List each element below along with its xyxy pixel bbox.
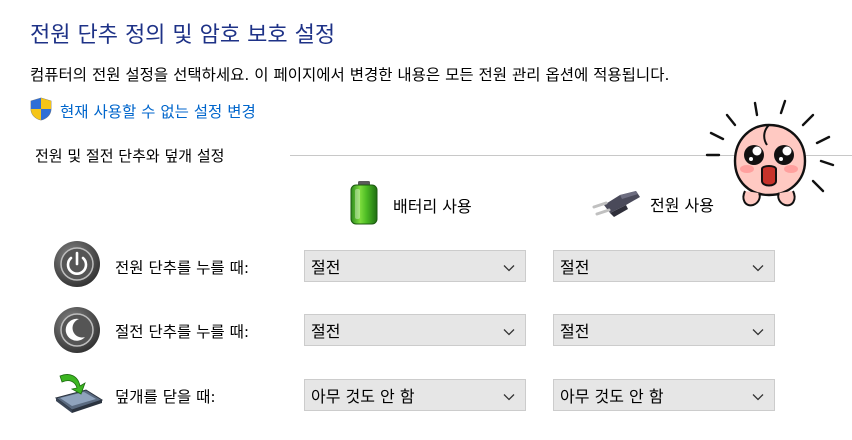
page-title: 전원 단추 정의 및 암호 보호 설정: [30, 23, 336, 48]
change-unavailable-settings-label: 현재 사용할 수 없는 설정 변경: [60, 103, 256, 121]
power-button-icon: [52, 239, 102, 293]
battery-column-label: 배터리 사용: [393, 197, 472, 216]
chevron-down-icon: [752, 257, 764, 276]
power-button-plugged-value: 절전: [560, 258, 590, 277]
plugged-in-column-header: 전원 사용: [590, 183, 714, 225]
sleep-button-battery-select[interactable]: 절전: [304, 314, 526, 346]
battery-icon: [347, 180, 381, 230]
uac-shield-icon: [30, 97, 60, 125]
chevron-down-icon: [503, 321, 515, 340]
section-header: 전원 및 절전 단추와 덮개 설정: [35, 147, 225, 165]
sleep-button-plugged-value: 절전: [560, 322, 590, 341]
lid-close-battery-value: 아무 것도 안 함: [311, 387, 415, 406]
peach-character-sticker: [705, 95, 835, 220]
battery-column-header: 배터리 사용: [347, 180, 472, 230]
laptop-lid-icon: [50, 368, 106, 420]
chevron-down-icon: [752, 321, 764, 340]
power-button-battery-value: 절전: [311, 258, 341, 277]
lid-close-battery-select[interactable]: 아무 것도 안 함: [304, 379, 526, 411]
lid-close-plugged-select[interactable]: 아무 것도 안 함: [553, 379, 775, 411]
page-description: 컴퓨터의 전원 설정을 선택하세요. 이 페이지에서 변경한 내용은 모든 전원…: [30, 66, 670, 84]
change-unavailable-settings-link[interactable]: 현재 사용할 수 없는 설정 변경: [30, 97, 256, 125]
power-button-label: 전원 단추를 누를 때:: [115, 259, 250, 277]
chevron-down-icon: [503, 386, 515, 405]
chevron-down-icon: [752, 386, 764, 405]
lid-close-plugged-value: 아무 것도 안 함: [560, 387, 664, 406]
chevron-down-icon: [503, 257, 515, 276]
sleep-button-icon: [52, 305, 102, 359]
power-plug-icon: [590, 183, 642, 225]
power-button-plugged-select[interactable]: 절전: [553, 250, 775, 282]
sleep-button-battery-value: 절전: [311, 322, 341, 341]
sleep-button-label: 절전 단추를 누를 때:: [115, 323, 250, 341]
sleep-button-plugged-select[interactable]: 절전: [553, 314, 775, 346]
power-button-battery-select[interactable]: 절전: [304, 250, 526, 282]
lid-close-label: 덮개를 닫을 때:: [115, 388, 216, 406]
